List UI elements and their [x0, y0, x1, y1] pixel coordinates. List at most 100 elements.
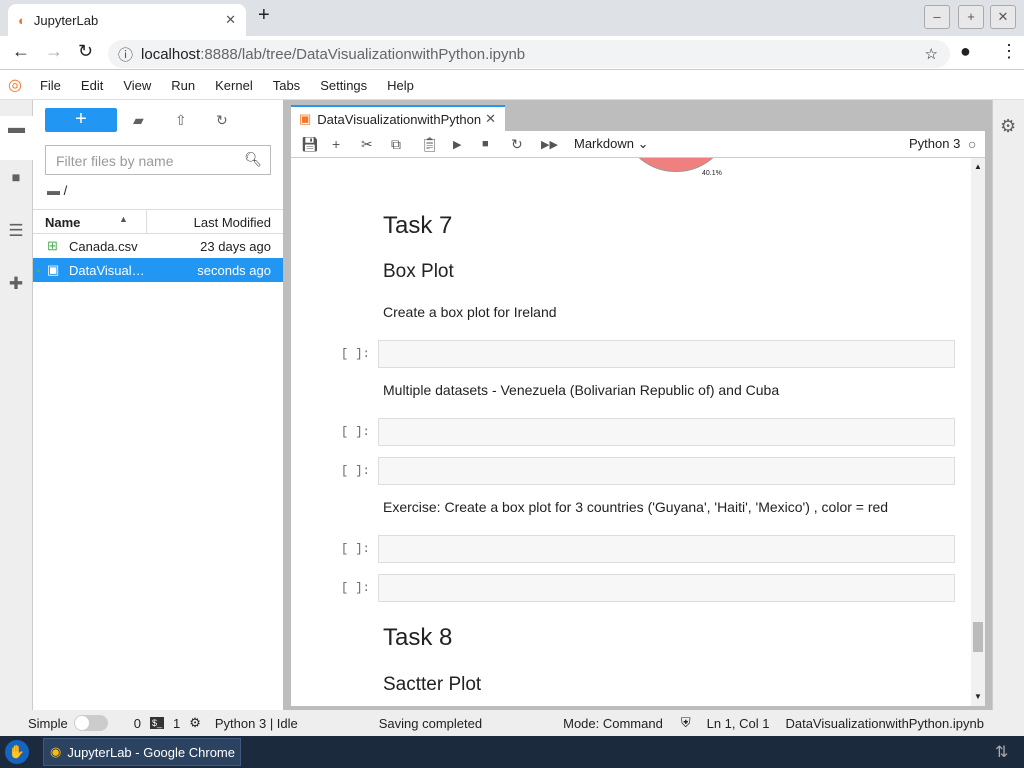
kernel-name[interactable]: Python 3 [909, 136, 960, 151]
scrollbar[interactable]: ▲ ▼ [971, 158, 985, 706]
back-icon[interactable]: ← [12, 41, 30, 62]
kernel-status[interactable]: Python 3 | Idle [215, 716, 298, 731]
filter-input[interactable]: Filter files by name 🔍︎ [45, 145, 271, 175]
code-cell[interactable] [378, 535, 955, 563]
file-row-selected[interactable]: ● ▣ DataVisual… seconds ago [33, 258, 283, 282]
scrollbar-thumb[interactable] [973, 622, 983, 652]
kernel-count: 1 [173, 715, 181, 731]
maximize-button[interactable]: + [958, 5, 984, 29]
code-cell[interactable] [378, 574, 955, 602]
scroll-down-icon[interactable]: ▼ [974, 692, 982, 701]
menu-tabs[interactable]: Tabs [273, 78, 300, 93]
start-menu-icon[interactable]: ✋ [5, 740, 29, 764]
scroll-up-icon[interactable]: ▲ [974, 162, 982, 171]
left-sidebar: ▬ ⏹ ☰ ✚ [0, 100, 33, 710]
trust-shield-icon[interactable]: ⛨ [681, 715, 691, 731]
insert-cell-icon[interactable]: + [332, 136, 340, 152]
menu-run[interactable]: Run [171, 78, 195, 93]
heading-task-7: Task 7 [383, 212, 453, 239]
save-status: Saving completed [378, 715, 483, 731]
file-row[interactable]: ⊞ Canada.csv 23 days ago [33, 234, 283, 258]
new-folder-icon[interactable]: ▰ [133, 112, 144, 129]
markdown-text: Multiple datasets - Venezuela (Bolivaria… [383, 382, 780, 398]
close-window-button[interactable]: ✕ [990, 5, 1016, 29]
chrome-icon: ◉ [50, 744, 62, 759]
code-cell[interactable] [378, 418, 955, 446]
extension-icon[interactable]: ✚ [6, 274, 26, 294]
menu-edit[interactable]: Edit [81, 78, 103, 93]
account-icon[interactable]: ● [960, 41, 971, 62]
notebook-toolbar: 💾︎ + ✂ ⧉ 📋︎ ▶ ■ ↻ ▶▶ Markdown ⌄ Python 3… [291, 131, 985, 158]
menu-kernel[interactable]: Kernel [215, 78, 253, 93]
column-last-modified[interactable]: Last Modified [194, 215, 271, 230]
folder-icon[interactable]: ▬ [0, 116, 33, 160]
notebook-content: 40.1% Task 7 Box Plot Create a box plot … [291, 158, 985, 706]
taskbar: ✋ ◉ JupyterLab - Google Chrome ⇅ [0, 736, 1024, 768]
column-name[interactable]: Name [45, 215, 80, 230]
browser-tab[interactable]: ◐ JupyterLab ✕ [8, 4, 246, 36]
notebook-tab[interactable]: ▣ DataVisualizationwithPython ✕ [291, 105, 505, 131]
upload-icon[interactable]: ⇧ [175, 112, 187, 129]
column-divider [146, 210, 147, 233]
menu-settings[interactable]: Settings [320, 78, 367, 93]
toc-icon[interactable]: ☰ [6, 221, 26, 241]
run-all-icon[interactable]: ▶▶ [541, 138, 558, 151]
heading-task-8: Task 8 [383, 624, 453, 651]
new-tab-button[interactable]: + [258, 4, 270, 27]
jupyter-logo: ◎ [8, 77, 22, 94]
taskbar-window-chrome[interactable]: ◉ JupyterLab - Google Chrome [43, 738, 241, 766]
network-icon[interactable]: ⇅ [995, 742, 1008, 762]
stop-icon[interactable]: ■ [482, 138, 489, 150]
close-icon[interactable]: ✕ [485, 111, 496, 127]
url-host: localhost [141, 45, 201, 63]
notebook-mode: Mode: Command [563, 715, 663, 731]
menu-icon[interactable]: ⋮ [1000, 41, 1018, 62]
restart-icon[interactable]: ↻ [511, 136, 523, 153]
simple-mode-label: Simple [28, 715, 68, 731]
save-icon[interactable]: 💾︎ [301, 136, 319, 153]
cell-prompt: [ ]: [341, 542, 370, 556]
heading-box-plot: Box Plot [383, 261, 454, 282]
tab-title: JupyterLab [33, 12, 99, 28]
running-dot-icon: ● [36, 265, 41, 275]
file-name: Canada.csv [69, 238, 138, 254]
refresh-icon[interactable]: ↻ [216, 112, 228, 129]
address-bar: ← → ↻ ⓘ localhost:8888/lab/tree/DataVisu… [0, 36, 1024, 70]
terminal-icon: $_ [149, 717, 164, 729]
cell-type-value: Markdown [574, 136, 634, 151]
cell-prompt: [ ]: [341, 347, 370, 361]
cursor-position[interactable]: Ln 1, Col 1 [707, 716, 770, 731]
run-icon[interactable]: ▶ [453, 138, 461, 151]
cut-icon[interactable]: ✂ [361, 136, 373, 153]
forward-icon[interactable]: → [45, 41, 63, 62]
current-file: DataVisualizationwithPython.ipynb [785, 715, 984, 731]
notebook-tab-title: DataVisualizationwithPython [317, 111, 482, 127]
reload-icon[interactable]: ↻ [78, 41, 93, 62]
menu-view[interactable]: View [123, 78, 151, 93]
running-icon[interactable]: ⏹ [6, 168, 26, 188]
filter-placeholder: Filter files by name [56, 153, 174, 169]
menu-help[interactable]: Help [387, 78, 414, 93]
spreadsheet-icon: ⊞ [47, 238, 58, 253]
code-cell[interactable] [378, 340, 955, 368]
copy-icon[interactable]: ⧉ [391, 136, 401, 153]
close-tab-icon[interactable]: ✕ [225, 12, 236, 28]
minimize-button[interactable]: – [924, 5, 950, 29]
url-input[interactable]: ⓘ localhost:8888/lab/tree/DataVisualizat… [108, 40, 950, 68]
taskbar-window-title: JupyterLab - Google Chrome [67, 744, 235, 760]
property-inspector-gears-icon[interactable]: ⚙ [1000, 116, 1016, 137]
path: / [63, 183, 68, 198]
url-path: :8888/lab/tree/DataVisualizationwithPyth… [200, 45, 526, 63]
paste-icon[interactable]: 📋︎ [421, 136, 439, 153]
cell-type-select[interactable]: Markdown ⌄ [574, 136, 649, 152]
file-name: DataVisual… [69, 262, 145, 278]
code-cell[interactable] [378, 457, 955, 485]
menu-file[interactable]: File [40, 78, 61, 93]
breadcrumb[interactable]: ▬ / [47, 183, 67, 198]
new-launcher-button[interactable]: + [45, 108, 117, 132]
bookmark-star-icon[interactable]: ☆ [925, 45, 938, 63]
cell-prompt: [ ]: [341, 464, 370, 478]
cpu-chip-icon: ⚙ [189, 715, 201, 730]
panel-splitter[interactable] [283, 100, 291, 710]
simple-mode-toggle[interactable] [73, 715, 108, 731]
